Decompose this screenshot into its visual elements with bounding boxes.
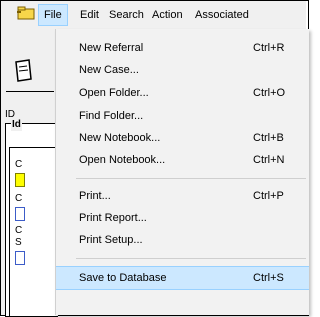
menu-associated[interactable]: Associated: [190, 4, 254, 26]
menu-item-shortcut: Ctrl+R: [253, 42, 285, 54]
menu-item-shortcut: Ctrl+O: [253, 87, 286, 99]
menu-item-open-folder[interactable]: Open Folder... Ctrl+O: [56, 82, 309, 104]
menu-item-open-notebook[interactable]: Open Notebook... Ctrl+N: [56, 149, 309, 171]
notebook-icon: [15, 59, 32, 82]
menu-item-shortcut: Ctrl+N: [253, 154, 285, 166]
menu-item-save-to-database[interactable]: Save to Database Ctrl+S: [56, 266, 309, 290]
menu-search[interactable]: Search: [104, 4, 149, 26]
menu-item-find-folder[interactable]: Find Folder...: [56, 105, 309, 127]
menu-item-new-notebook[interactable]: New Notebook... Ctrl+B: [56, 127, 309, 149]
menu-item-print[interactable]: Print... Ctrl+P: [56, 185, 309, 207]
menu-item-new-referral[interactable]: New Referral Ctrl+R: [56, 37, 309, 59]
menu-item-label: New Case...: [79, 64, 139, 76]
menu-separator: [76, 258, 306, 259]
menu-item-label: Print...: [79, 190, 111, 202]
menu-item-label: New Notebook...: [79, 132, 161, 144]
menu-item-label: Print Setup...: [79, 234, 143, 246]
field-label-s: S: [15, 237, 22, 248]
menu-item-label: Open Folder...: [79, 87, 149, 99]
group-label: Id: [11, 119, 22, 131]
menu-item-label: Find Folder...: [79, 110, 144, 122]
background-window: ID Id C C C S: [1, 29, 58, 317]
yellow-field[interactable]: [15, 173, 25, 187]
menu-item-label: Print Report...: [79, 212, 147, 224]
menu-item-label: Save to Database: [79, 272, 167, 284]
menu-item-label: Open Notebook...: [79, 154, 166, 166]
menu-bar: File Edit Search Action Associated: [1, 1, 306, 30]
file-menu-dropdown: New Referral Ctrl+R New Case... Open Fol…: [55, 29, 309, 315]
field-label-c3: C: [15, 225, 23, 236]
field-label-c1: C: [15, 159, 23, 170]
menu-item-print-report[interactable]: Print Report...: [56, 207, 309, 229]
menu-item-shortcut: Ctrl+B: [253, 132, 284, 144]
menu-file[interactable]: File: [38, 4, 68, 26]
menu-item-shortcut: Ctrl+P: [253, 190, 284, 202]
menu-item-shortcut: Ctrl+S: [253, 272, 284, 284]
app-folder-icon: [17, 6, 35, 20]
menu-item-label: New Referral: [79, 42, 144, 54]
menu-item-new-case[interactable]: New Case...: [56, 59, 309, 81]
blue-field-2[interactable]: [15, 251, 25, 265]
menu-item-print-setup[interactable]: Print Setup...: [56, 229, 309, 251]
blue-field[interactable]: [15, 207, 25, 221]
menu-edit[interactable]: Edit: [75, 4, 104, 26]
divider: [6, 91, 54, 92]
field-label-c2: C: [15, 193, 23, 204]
menu-action[interactable]: Action: [147, 4, 188, 26]
menu-separator: [76, 178, 306, 179]
